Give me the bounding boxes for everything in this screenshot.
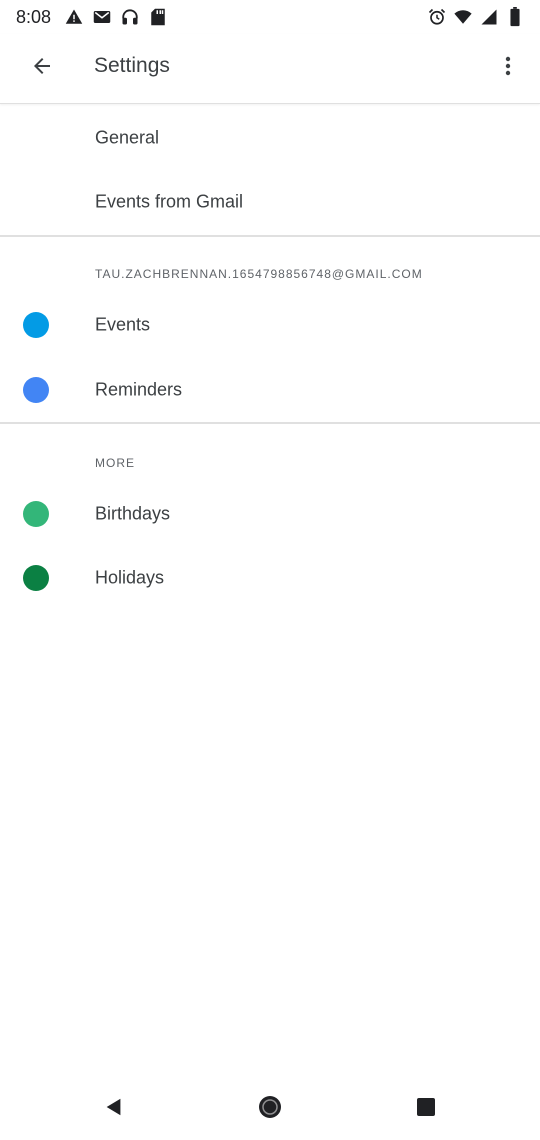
calendar-item-label: Birthdays bbox=[95, 503, 171, 524]
wifi-icon bbox=[454, 8, 472, 26]
divider bbox=[0, 235, 540, 237]
settings-item-label: Events from Gmail bbox=[95, 191, 244, 212]
calendar-color-dot bbox=[23, 312, 49, 338]
calendar-item-label: Reminders bbox=[95, 379, 183, 400]
status-notification-icons bbox=[65, 8, 167, 26]
battery-icon bbox=[506, 7, 524, 27]
page-title: Settings bbox=[94, 54, 170, 77]
calendar-item-birthdays[interactable]: Birthdays bbox=[0, 482, 540, 546]
nav-back-icon bbox=[103, 1096, 125, 1123]
signal-icon bbox=[480, 8, 498, 26]
calendar-item-reminders[interactable]: Reminders bbox=[0, 358, 540, 422]
nav-back-button[interactable] bbox=[92, 1087, 136, 1131]
nav-recents-icon bbox=[416, 1097, 436, 1122]
calendar-color-dot bbox=[23, 377, 49, 403]
nav-home-icon bbox=[257, 1094, 283, 1125]
calendar-color-dot bbox=[23, 565, 49, 591]
calendar-item-holidays[interactable]: Holidays bbox=[0, 546, 540, 610]
calendar-color-dot bbox=[23, 501, 49, 527]
settings-item-general[interactable]: General bbox=[0, 106, 540, 170]
app-bar: Settings bbox=[0, 34, 540, 104]
more-vert-icon bbox=[496, 54, 520, 83]
calendar-item-events[interactable]: Events bbox=[0, 293, 540, 357]
alarm-icon bbox=[428, 8, 446, 26]
more-options-button[interactable] bbox=[486, 46, 530, 90]
calendar-item-label: Holidays bbox=[95, 567, 165, 588]
account-section-header: TAU.ZACHBRENNAN.1654798856748@GMAIL.COM bbox=[95, 267, 423, 281]
calendar-item-label: Events bbox=[95, 314, 151, 335]
divider bbox=[0, 422, 540, 424]
gmail-icon bbox=[93, 8, 111, 26]
sd-card-icon bbox=[149, 8, 167, 26]
more-section-header: MORE bbox=[95, 456, 135, 470]
nav-home-button[interactable] bbox=[248, 1087, 292, 1131]
headphones-icon bbox=[121, 8, 139, 26]
status-system-icons bbox=[428, 7, 524, 27]
back-button[interactable] bbox=[20, 46, 64, 90]
back-arrow-icon bbox=[30, 54, 54, 83]
status-bar: 8:08 bbox=[0, 0, 540, 34]
settings-item-label: General bbox=[95, 127, 160, 148]
settings-item-events-from-gmail[interactable]: Events from Gmail bbox=[0, 170, 540, 234]
status-time: 8:08 bbox=[16, 6, 52, 27]
warning-icon bbox=[65, 8, 83, 26]
nav-recents-button[interactable] bbox=[404, 1087, 448, 1131]
system-nav-bar bbox=[0, 1078, 540, 1140]
